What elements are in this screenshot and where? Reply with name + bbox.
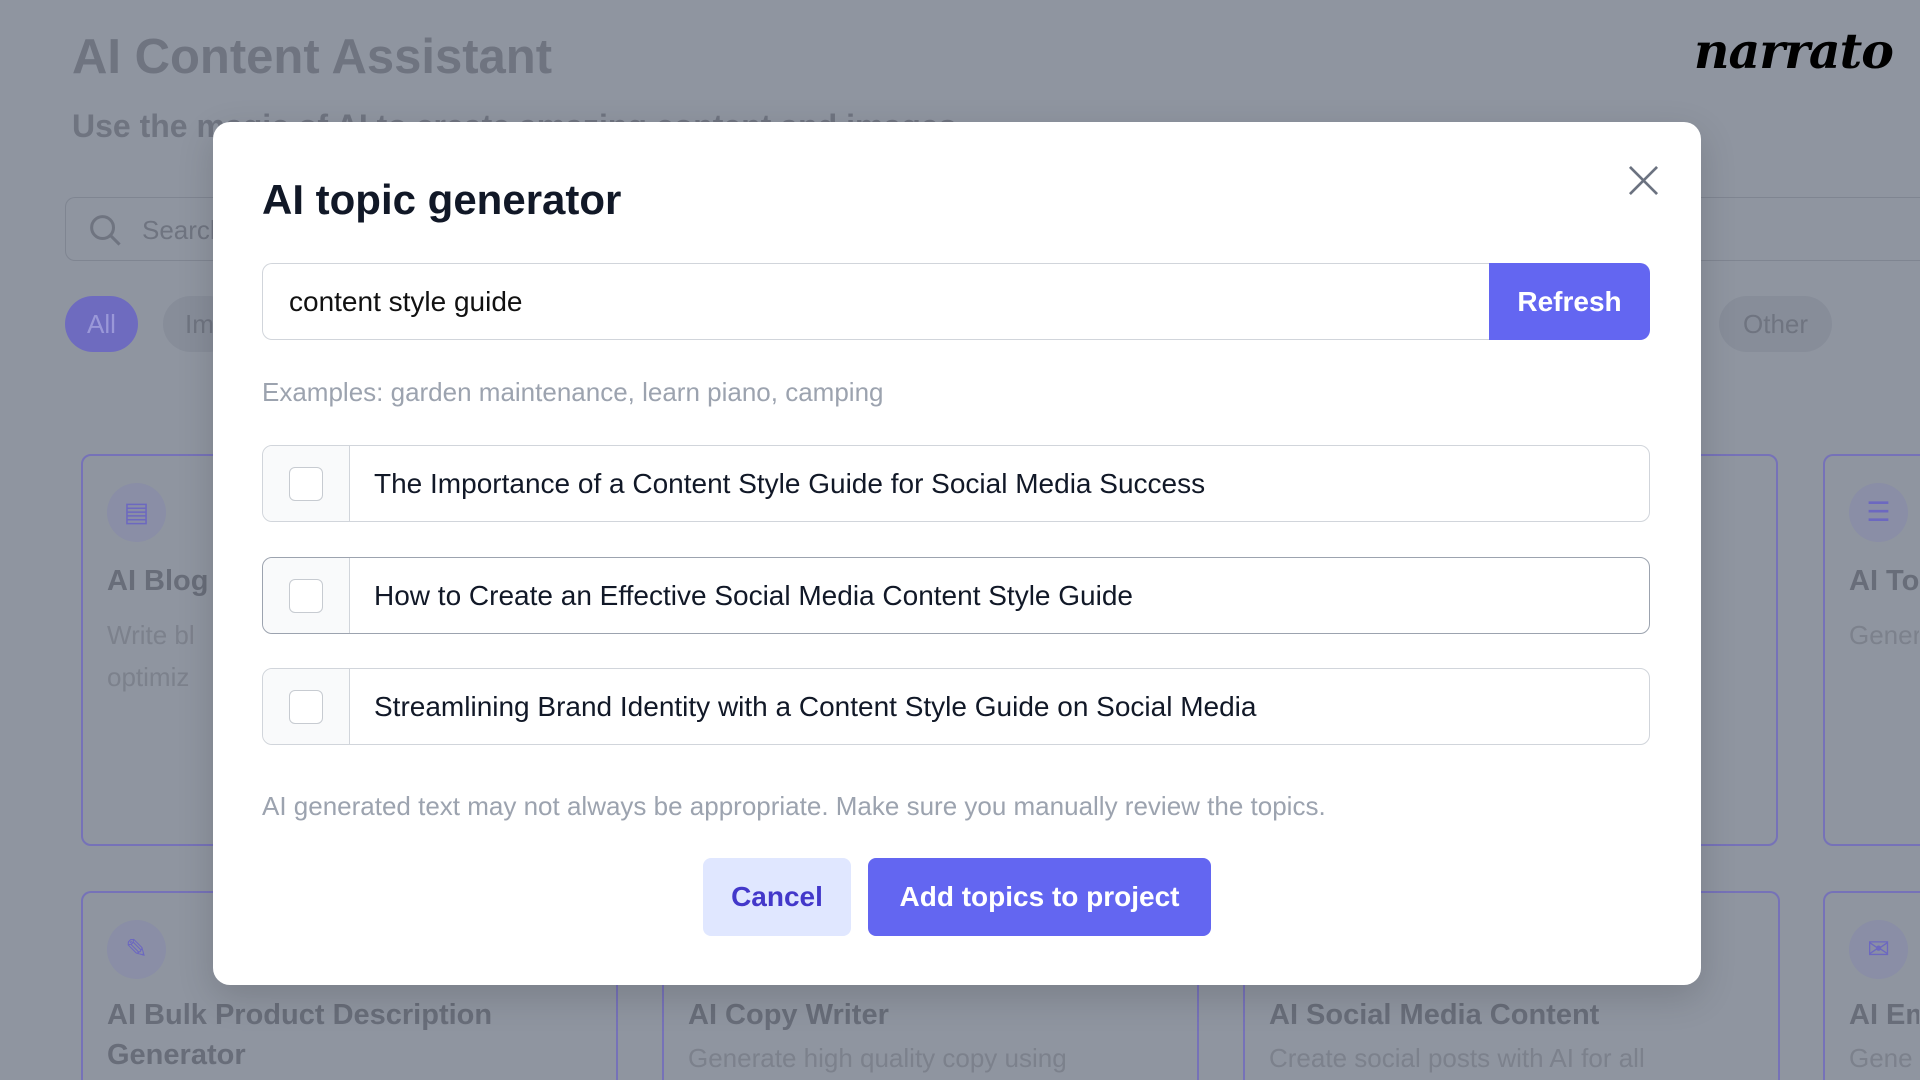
card-desc: Write bl — [107, 620, 195, 650]
card-desc: Gene — [1849, 1043, 1913, 1073]
modal-title: AI topic generator — [262, 176, 622, 223]
topic-generator-modal: AI topic generator Refresh Examples: gar… — [213, 122, 1701, 985]
card-title: AI Blog — [107, 565, 209, 597]
card-title: AI Copy Writer — [688, 999, 889, 1031]
refresh-button[interactable]: Refresh — [1489, 263, 1650, 340]
card-desc: Generate high quality copy using — [688, 1043, 1067, 1073]
topic-label: Streamlining Brand Identity with a Conte… — [374, 691, 1257, 722]
card-desc: Create social posts with AI for all — [1269, 1043, 1645, 1073]
document-icon: ▤ — [107, 483, 166, 542]
mail-icon: ✉ — [1849, 920, 1908, 979]
page-title: AI Content Assistant — [72, 30, 553, 84]
card-title: AI To — [1849, 565, 1919, 597]
add-topics-button[interactable]: Add topics to project — [868, 858, 1211, 936]
card-title: AI Em — [1849, 999, 1919, 1031]
search-icon — [90, 215, 121, 246]
card-title: AI Social Media Content — [1269, 999, 1600, 1031]
card-desc: optimiz — [107, 662, 190, 692]
topic-row[interactable]: Streamlining Brand Identity with a Conte… — [262, 668, 1650, 745]
close-icon[interactable] — [1625, 162, 1662, 199]
topic-row[interactable]: The Importance of a Content Style Guide … — [262, 445, 1650, 522]
topic-input[interactable] — [262, 263, 1489, 340]
examples-hint: Examples: garden maintenance, learn pian… — [262, 377, 884, 407]
page: AI Content Assistant Use the magic of AI… — [0, 0, 1920, 1080]
edit-document-icon: ✎ — [107, 920, 166, 979]
card-title: Generator — [107, 1039, 246, 1071]
topic-label: The Importance of a Content Style Guide … — [374, 468, 1206, 499]
topic-checkbox[interactable] — [289, 466, 323, 501]
card-ai-topic[interactable]: ☰ AI To Gener — [1823, 454, 1920, 846]
list-icon: ☰ — [1849, 483, 1908, 542]
cancel-button[interactable]: Cancel — [703, 858, 851, 936]
topic-checkbox[interactable] — [289, 689, 323, 724]
chip-other[interactable]: Other — [1719, 296, 1833, 352]
card-title: AI Bulk Product Description — [107, 999, 493, 1031]
topic-checkbox[interactable] — [289, 578, 323, 613]
ai-disclaimer: AI generated text may not always be appr… — [262, 791, 1326, 821]
chip-all[interactable]: All — [65, 296, 138, 352]
card-desc: Gener — [1849, 620, 1919, 650]
topic-label: How to Create an Effective Social Media … — [374, 580, 1133, 611]
narrato-logo: narrato — [1693, 22, 1894, 80]
card-ai-email[interactable]: ✉ AI Em Gene — [1823, 891, 1920, 1080]
topic-row[interactable]: How to Create an Effective Social Media … — [262, 557, 1650, 634]
